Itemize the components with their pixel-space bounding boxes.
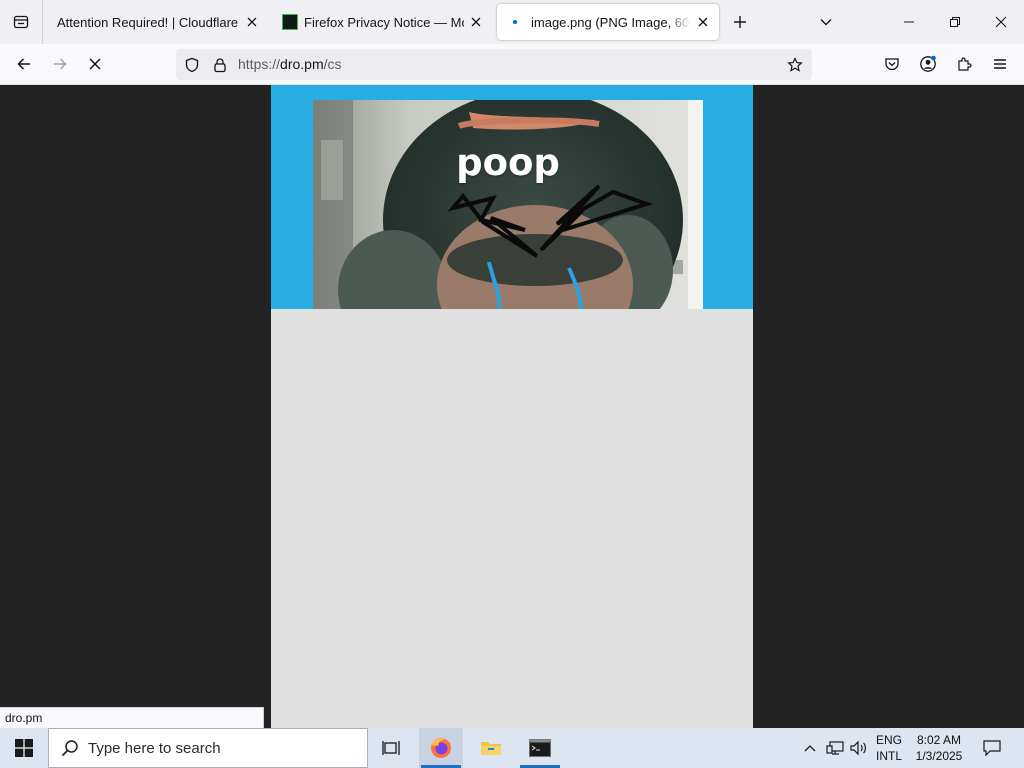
pocket-icon — [885, 58, 899, 71]
url-text[interactable]: https://dro.pm/cs — [238, 56, 342, 72]
image-overlay-text: poop — [456, 141, 560, 184]
close-icon[interactable] — [691, 10, 715, 34]
url-host: dro.pm — [280, 56, 324, 72]
taskbar-firefox[interactable] — [419, 728, 463, 768]
start-button[interactable] — [0, 728, 48, 768]
windows-logo-icon — [15, 739, 33, 757]
firefox-icon — [431, 738, 451, 758]
minimize-button[interactable] — [886, 0, 932, 44]
close-icon[interactable] — [240, 10, 264, 34]
speaker-icon — [850, 740, 866, 756]
close-window-button[interactable] — [978, 0, 1024, 44]
stop-icon — [89, 58, 101, 70]
loading-dot-icon — [507, 14, 523, 30]
search-placeholder: Type here to search — [88, 739, 221, 757]
hamburger-menu-icon — [994, 59, 1006, 69]
photo-drawing — [313, 100, 703, 309]
network-icon — [826, 741, 844, 755]
task-view-icon — [382, 741, 400, 755]
notification-icon — [983, 740, 1001, 756]
task-view-button[interactable] — [370, 728, 414, 768]
stop-button[interactable] — [80, 49, 110, 79]
tab-strip: Attention Required! | Cloudflare Firefox… — [0, 0, 1024, 44]
windows-taskbar: Type here to search ENG INTL 8:02 AM 1/3… — [0, 728, 1024, 768]
url-path: /cs — [323, 56, 342, 72]
chevron-up-icon — [804, 745, 816, 752]
volume-button[interactable] — [848, 728, 870, 768]
image-frame: poop — [271, 85, 753, 309]
address-bar[interactable]: https://dro.pm/cs — [176, 49, 812, 80]
notifications-button[interactable] — [976, 728, 1008, 768]
menu-button[interactable] — [985, 49, 1015, 79]
arrow-right-icon — [54, 58, 67, 70]
taskbar-terminal[interactable] — [518, 728, 562, 768]
search-icon — [60, 738, 80, 758]
folder-icon — [481, 742, 501, 755]
tab-title: Firefox Privacy Notice — Mozilla — [304, 14, 464, 30]
restore-icon — [950, 17, 960, 27]
minimize-icon — [904, 21, 914, 23]
tab-title: image.png (PNG Image, 600 × 400 pixels) — [531, 14, 691, 30]
lock-icon[interactable] — [210, 55, 230, 75]
plus-icon — [734, 16, 746, 28]
status-bar-url: dro.pm — [0, 707, 264, 728]
extensions-button[interactable] — [949, 49, 979, 79]
forward-button[interactable] — [45, 49, 75, 79]
show-hidden-icons-button[interactable] — [800, 728, 820, 768]
clock-time: 8:02 AM — [916, 733, 962, 747]
url-scheme: https:// — [238, 56, 281, 72]
keyboard-layout: INTL — [875, 749, 902, 763]
close-icon — [995, 16, 1007, 28]
displayed-image[interactable]: poop — [313, 100, 703, 309]
clock-date: 1/3/2025 — [915, 749, 963, 763]
image-viewer: poop — [271, 85, 753, 728]
taskbar-search-box[interactable]: Type here to search — [48, 728, 368, 768]
system-clock[interactable]: 8:02 AM 1/3/2025 — [910, 732, 968, 764]
bookmark-star-icon[interactable] — [785, 55, 805, 75]
new-tab-button[interactable] — [726, 8, 754, 36]
network-button[interactable] — [824, 728, 846, 768]
arrow-left-icon — [17, 58, 30, 70]
input-language-indicator[interactable]: ENG INTL — [874, 732, 904, 764]
tab-cloudflare[interactable]: Attention Required! | Cloudflare — [50, 4, 268, 40]
pocket-button[interactable] — [877, 49, 907, 79]
tab-privacy-notice[interactable]: Firefox Privacy Notice — Mozilla — [276, 4, 492, 40]
navigation-toolbar: https://dro.pm/cs — [0, 44, 1024, 85]
back-button[interactable] — [9, 49, 39, 79]
puzzle-icon — [958, 57, 972, 71]
tab-title: Attention Required! | Cloudflare — [57, 14, 239, 30]
shield-icon[interactable] — [182, 55, 202, 75]
tab-image-png[interactable]: image.png (PNG Image, 600 × 400 pixels) — [497, 4, 719, 40]
terminal-icon — [529, 739, 551, 757]
close-icon[interactable] — [464, 10, 488, 34]
account-button[interactable] — [913, 49, 943, 79]
restore-button[interactable] — [932, 0, 978, 44]
terminal-favicon-icon — [282, 14, 298, 30]
list-all-tabs-button[interactable] — [812, 8, 840, 36]
firefox-view-button[interactable] — [0, 0, 42, 44]
account-icon — [920, 55, 936, 72]
language-code: ENG — [875, 733, 902, 747]
taskbar-file-explorer[interactable] — [469, 728, 513, 768]
chevron-down-icon — [820, 19, 832, 26]
page-content: poop — [0, 85, 1024, 728]
tab-divider — [42, 0, 43, 44]
firefox-view-icon — [13, 15, 29, 29]
